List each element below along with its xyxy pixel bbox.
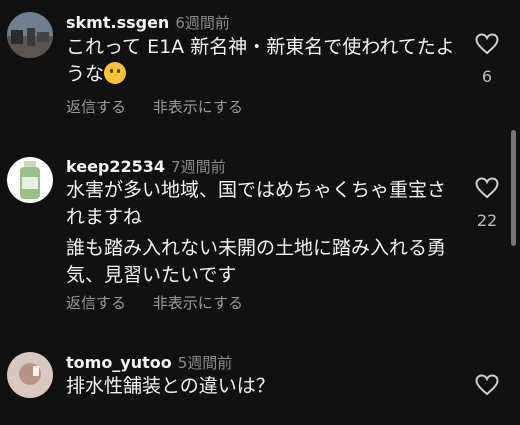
hide-button[interactable]: 非表示にする <box>153 98 243 116</box>
avatar[interactable] <box>7 12 53 58</box>
comment-text-line: 誰も踏み入れない未開の土地に踏み入れる勇 <box>66 237 447 259</box>
heart-outline-icon[interactable] <box>475 177 499 199</box>
timestamp: 5週間前 <box>177 354 233 372</box>
username[interactable]: tomo_yutoo <box>66 353 172 372</box>
comment-text: これって E1A 新名神・新東名で使われてたよ うな <box>66 34 456 88</box>
comment-text-line: 排水性舗装との違いは？ <box>66 375 275 397</box>
username[interactable]: skmt.ssgen <box>66 13 169 32</box>
reply-button[interactable]: 返信する <box>66 294 126 312</box>
scrollbar[interactable] <box>511 130 516 246</box>
comment-text: 排水性舗装との違いは？ <box>66 373 456 400</box>
timestamp: 6週間前 <box>175 14 230 32</box>
heart-outline-icon[interactable] <box>475 374 499 396</box>
heart-outline-icon[interactable] <box>475 33 499 55</box>
avatar-bottle-icon <box>7 157 53 203</box>
comment-text-line: これって E1A 新名神・新東名で使われてたよ <box>66 36 455 58</box>
comment-actions: 返信する 非表示にする <box>66 292 265 313</box>
avatar-photo-icon <box>7 352 53 398</box>
like-count: 22 <box>476 211 498 230</box>
like-count: 6 <box>481 67 493 86</box>
like-control: 6 <box>474 33 500 86</box>
comment-text-line: れますね <box>66 206 143 228</box>
hide-button[interactable]: 非表示にする <box>153 294 243 312</box>
comment-text-line: 気、見習いたいです <box>66 264 237 286</box>
comment-text-line: うな <box>66 61 456 88</box>
comment-header: keep22534 7週間前 <box>66 156 226 177</box>
comment-header: skmt.ssgen 6週間前 <box>66 12 230 33</box>
username[interactable]: keep22534 <box>66 157 165 176</box>
comment-text: 水害が多い地域、国ではめちゃくちゃ重宝さ れますね 誰も踏み入れない未開の土地に… <box>66 177 456 289</box>
avatar-photo-icon <box>7 12 53 58</box>
comment-text-line: 水害が多い地域、国ではめちゃくちゃ重宝さ <box>66 179 447 201</box>
avatar[interactable] <box>7 352 53 398</box>
comment-header: tomo_yutoo 5週間前 <box>66 352 232 373</box>
thinking-face-icon <box>104 62 127 84</box>
comment-text-fragment: うな <box>66 63 105 85</box>
avatar[interactable] <box>7 157 53 203</box>
reply-button[interactable]: 返信する <box>66 98 126 116</box>
like-control: 22 <box>474 177 500 230</box>
comment-actions: 返信する 非表示にする <box>66 96 265 117</box>
timestamp: 7週間前 <box>171 158 226 176</box>
like-control <box>474 374 500 396</box>
